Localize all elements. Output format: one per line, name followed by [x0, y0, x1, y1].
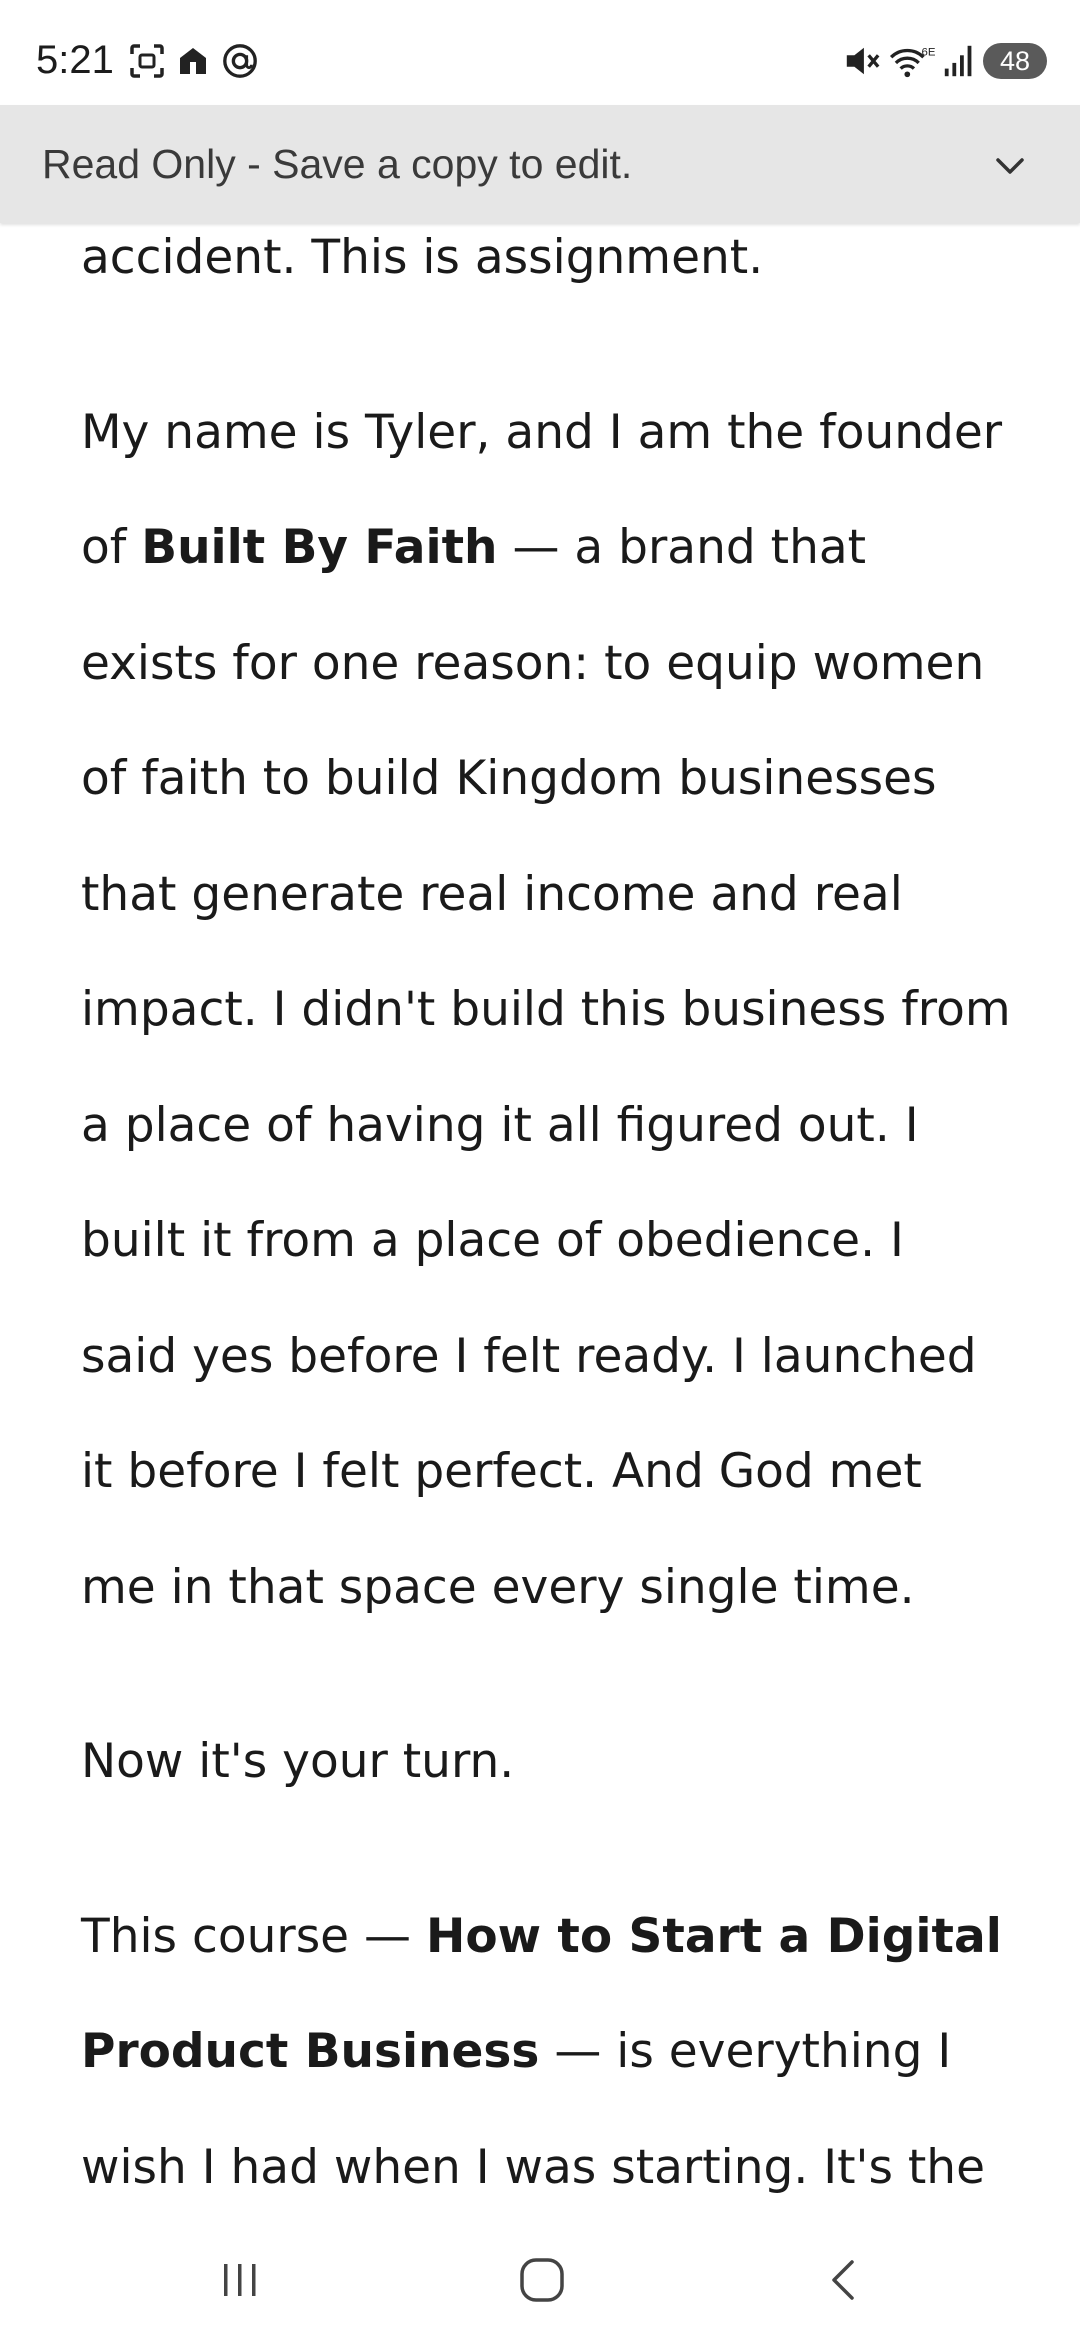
bold-brand-name: Built By Faith [141, 520, 498, 575]
signal-icon [944, 45, 972, 77]
paragraph: My name is Tyler, and I am the founder o… [81, 375, 1011, 1646]
read-only-message: Read Only - Save a copy to edit. [42, 141, 633, 187]
paragraph-text: This course — [81, 1908, 426, 1964]
home-alert-icon [180, 48, 206, 74]
paragraph: Now it's your turn. [81, 1734, 515, 1789]
home-icon [520, 2258, 564, 2302]
threads-icon [223, 44, 257, 78]
document-body: accident. This is assignment. My name is… [81, 200, 1011, 2225]
paragraph: This course — How to Start a Digital Pro… [81, 1879, 1011, 2226]
recent-apps-button[interactable] [200, 2250, 280, 2310]
mute-icon [846, 47, 880, 75]
read-only-banner[interactable]: Read Only - Save a copy to edit. [0, 105, 1080, 223]
screenshot-icon [130, 44, 164, 78]
paragraph-text: — a brand that exists for one reason: to… [81, 520, 1011, 1615]
home-button[interactable] [502, 2250, 582, 2310]
status-bar: 5:21 6E 48 [0, 0, 1080, 105]
svg-text:6E: 6E [922, 46, 936, 58]
wifi-6e-icon: 6E [889, 46, 936, 78]
battery-indicator: 48 [983, 43, 1047, 79]
status-time: 5:21 [36, 38, 114, 82]
navigation-bar [0, 2220, 1080, 2340]
back-icon [832, 2260, 854, 2300]
chevron-down-icon[interactable] [990, 146, 1030, 186]
back-button[interactable] [804, 2250, 884, 2310]
recent-apps-icon [224, 2264, 256, 2296]
